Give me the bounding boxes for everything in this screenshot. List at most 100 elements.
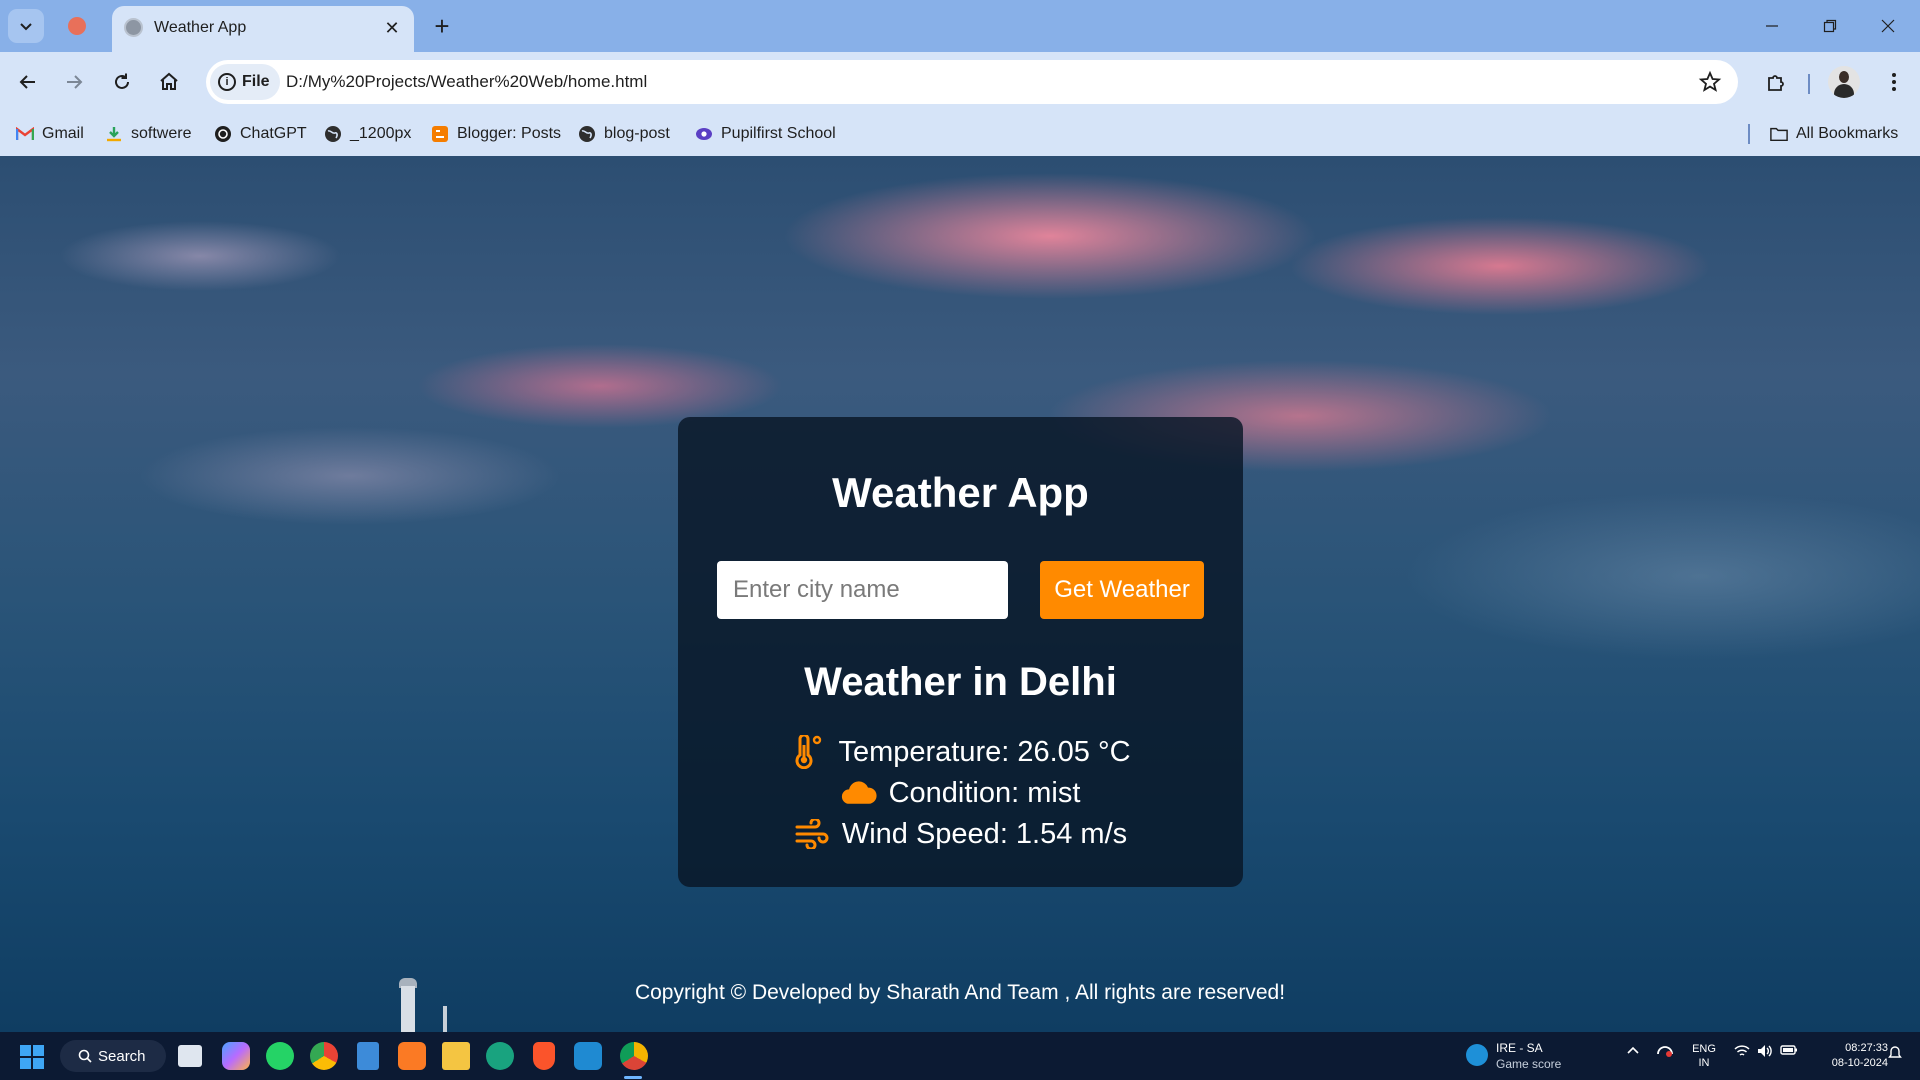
reload-button[interactable] bbox=[104, 64, 140, 100]
bookmark-gmail[interactable]: Gmail bbox=[16, 120, 84, 148]
chatgpt-icon bbox=[214, 125, 232, 143]
minimize-icon[interactable] bbox=[1757, 12, 1787, 40]
scheme-label: File bbox=[242, 73, 270, 90]
news-widget[interactable]: IRE - SA Game score bbox=[1466, 1040, 1576, 1072]
language-code: ENG bbox=[1692, 1043, 1716, 1055]
file-explorer-icon[interactable] bbox=[442, 1042, 470, 1070]
profile-avatar[interactable] bbox=[1828, 66, 1860, 98]
windows-taskbar: Search IRE - SA Game score ENG IN 08:27:… bbox=[0, 1032, 1920, 1080]
bookmark-label: softwere bbox=[131, 125, 192, 142]
temperature-text: Temperature: 26.05 °C bbox=[838, 735, 1131, 768]
cloud-icon bbox=[841, 776, 877, 810]
bookmarks-bar: Gmail softwere ChatGPT _1200px Blogger: … bbox=[0, 112, 1920, 156]
globe-icon bbox=[578, 125, 596, 143]
window-close-icon[interactable] bbox=[1873, 12, 1903, 40]
battery-icon[interactable] bbox=[1780, 1044, 1798, 1059]
bookmark-label: Pupilfirst School bbox=[721, 125, 836, 142]
bookmark-1200px[interactable]: _1200px bbox=[324, 120, 411, 148]
bookmark-blogger[interactable]: Blogger: Posts bbox=[431, 120, 561, 148]
taskbar-search-button[interactable]: Search bbox=[60, 1040, 166, 1072]
more-vertical-icon bbox=[1892, 73, 1896, 91]
tab-strip: Weather App ✕ + bbox=[0, 0, 1920, 52]
brave-icon[interactable] bbox=[533, 1042, 555, 1070]
whatsapp-icon[interactable] bbox=[266, 1042, 294, 1070]
address-bar[interactable]: i File D:/My%20Projects/Weather%20Web/ho… bbox=[206, 60, 1738, 104]
toolbar-divider bbox=[1808, 74, 1810, 94]
url-text[interactable]: D:/My%20Projects/Weather%20Web/home.html bbox=[286, 72, 647, 92]
meet-now-icon[interactable] bbox=[1656, 1044, 1674, 1061]
arrow-right-icon bbox=[67, 75, 83, 89]
thermometer-icon bbox=[790, 735, 826, 769]
language-indicator[interactable]: ENG IN bbox=[1690, 1042, 1718, 1070]
wind-text: Wind Speed: 1.54 m/s bbox=[841, 817, 1128, 850]
all-bookmarks-label: All Bookmarks bbox=[1796, 125, 1899, 142]
active-app-indicator bbox=[624, 1076, 642, 1079]
site-info-chip[interactable]: i File bbox=[210, 64, 280, 100]
post-shape bbox=[443, 1006, 447, 1032]
bookmark-star-icon[interactable] bbox=[1698, 70, 1722, 94]
app-title: Weather App bbox=[832, 469, 1089, 516]
bookmark-pupilfirst[interactable]: Pupilfirst School bbox=[695, 120, 836, 148]
bookmark-label: Gmail bbox=[42, 125, 84, 142]
wifi-icon[interactable] bbox=[1734, 1044, 1750, 1061]
vscode-icon[interactable] bbox=[574, 1042, 602, 1070]
blogger-icon bbox=[431, 125, 449, 143]
bookmark-softwere[interactable]: softwere bbox=[105, 120, 191, 148]
weather-result-heading: Weather in Delhi bbox=[804, 660, 1117, 704]
gmail-icon bbox=[16, 125, 34, 143]
chatgpt-icon[interactable] bbox=[486, 1042, 514, 1070]
back-button[interactable] bbox=[10, 64, 46, 100]
bookmark-blog-post[interactable]: blog-post bbox=[578, 120, 670, 148]
info-icon: i bbox=[218, 73, 236, 91]
tab-title: Weather App bbox=[154, 19, 247, 36]
condition-text: Condition: mist bbox=[888, 776, 1081, 809]
restore-icon[interactable] bbox=[1815, 12, 1845, 40]
download-icon bbox=[105, 125, 123, 143]
puzzle-icon bbox=[1768, 75, 1784, 91]
weather-card: Weather App Get Weather Weather in Delhi… bbox=[678, 417, 1243, 887]
pupilfirst-icon bbox=[695, 125, 713, 143]
clock-time: 08:27:33 bbox=[1845, 1042, 1888, 1054]
notepad-icon[interactable] bbox=[357, 1042, 379, 1070]
wind-icon bbox=[794, 817, 830, 851]
windows-start-icon[interactable] bbox=[20, 1045, 44, 1069]
taskbar-search-label: Search bbox=[98, 1047, 146, 1065]
widget-title: IRE - SA bbox=[1496, 1041, 1543, 1055]
folder-icon bbox=[1770, 125, 1788, 143]
volume-icon[interactable] bbox=[1757, 1044, 1773, 1061]
forward-button[interactable] bbox=[56, 64, 92, 100]
copilot-icon[interactable] bbox=[222, 1042, 250, 1070]
extensions-button[interactable] bbox=[1758, 64, 1794, 100]
chevron-up-icon[interactable] bbox=[1626, 1044, 1640, 1061]
tab-weather-app[interactable]: Weather App ✕ bbox=[112, 6, 414, 52]
page-background: Weather App Get Weather Weather in Delhi… bbox=[0, 156, 1920, 1032]
tab-search-button[interactable] bbox=[8, 9, 44, 43]
notification-bell-icon[interactable] bbox=[1888, 1044, 1902, 1063]
close-tab-icon[interactable]: ✕ bbox=[380, 16, 404, 40]
browser-menu-button[interactable] bbox=[1876, 64, 1912, 100]
taskbar-clock[interactable]: 08:27:33 08-10-2024 bbox=[1808, 1041, 1888, 1071]
chevron-down-icon bbox=[20, 23, 32, 31]
globe-icon bbox=[324, 125, 342, 143]
clock-date: 08-10-2024 bbox=[1831, 1057, 1888, 1069]
temperature-row: Temperature: 26.05 °C bbox=[678, 735, 1243, 769]
all-bookmarks-button[interactable]: All Bookmarks bbox=[1770, 120, 1898, 148]
chrome-icon[interactable] bbox=[310, 1042, 338, 1070]
chrome-canary-icon[interactable] bbox=[620, 1042, 648, 1070]
bookmark-label: Blogger: Posts bbox=[457, 125, 562, 142]
xampp-icon[interactable] bbox=[398, 1042, 426, 1070]
wind-row: Wind Speed: 1.54 m/s bbox=[678, 817, 1243, 851]
bookmark-chatgpt[interactable]: ChatGPT bbox=[214, 120, 307, 148]
get-weather-button[interactable]: Get Weather bbox=[1040, 561, 1204, 619]
bookmark-label: _1200px bbox=[350, 125, 412, 142]
search-icon bbox=[78, 1049, 92, 1063]
home-icon bbox=[160, 72, 178, 90]
city-input[interactable] bbox=[717, 561, 1008, 619]
home-button[interactable] bbox=[151, 64, 187, 100]
task-view-icon[interactable] bbox=[178, 1045, 202, 1067]
reload-icon bbox=[115, 73, 129, 89]
bookmark-label: ChatGPT bbox=[240, 125, 307, 142]
new-tab-button[interactable]: + bbox=[428, 12, 456, 40]
browser-toolbar: i File D:/My%20Projects/Weather%20Web/ho… bbox=[0, 52, 1920, 112]
pinned-tab-favicon-icon[interactable] bbox=[68, 17, 86, 35]
